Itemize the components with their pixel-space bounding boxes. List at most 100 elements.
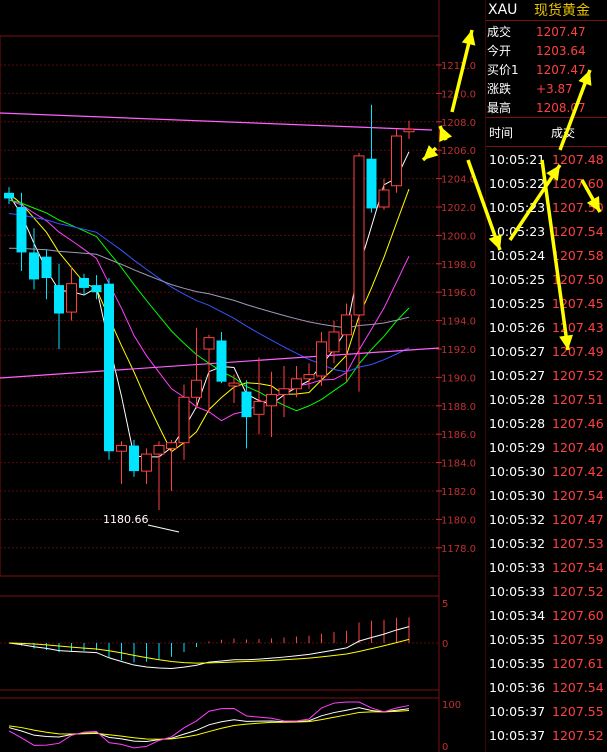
quote-label: 今开 <box>487 44 512 58</box>
axis-tick-label: 1212.0 <box>441 61 476 72</box>
tick-row: 10:05:30 1207.54 <box>486 483 607 507</box>
tick-price: 1207.40 <box>552 439 604 455</box>
quote-value: 1207.47 <box>536 24 586 39</box>
tick-time: 10:05:35 <box>489 655 546 671</box>
tick-price: 1207.49 <box>552 343 604 359</box>
tick-time: 10:05:27 <box>489 343 546 359</box>
tick-time: 10:05:29 <box>489 439 546 455</box>
candle-body-up <box>228 382 240 387</box>
candle-body-up <box>278 388 290 395</box>
candle-body-down <box>79 278 89 288</box>
tick-price: 1207.52 <box>552 367 604 383</box>
tick-price: 1207.47 <box>552 511 604 527</box>
candle-body-down <box>29 252 39 280</box>
quote-value: 1203.64 <box>536 43 586 58</box>
tick-row: 10:05:34 1207.60 <box>486 603 607 627</box>
axis-tick-label: 1206.0 <box>441 146 476 157</box>
tick-row: 10:05:36 1207.54 <box>486 675 607 699</box>
tick-row: 10:05:28 1207.46 <box>486 411 607 435</box>
axis-tick-label: 1202.0 <box>441 203 476 214</box>
tick-price: 1207.43 <box>552 319 604 335</box>
tick-row: 10:05:22 1207.60 <box>486 171 607 195</box>
tick-price: 1207.45 <box>552 295 604 311</box>
tick-price: 1207.60 <box>552 175 604 191</box>
tick-row: 10:05:35 1207.59 <box>486 627 607 651</box>
candle-body-up <box>153 445 165 455</box>
quote-row: 涨跌 +3.87 <box>486 79 607 98</box>
candle-body-down <box>104 283 114 452</box>
candle-body-up <box>316 341 327 377</box>
tick-list[interactable]: 10:05:21 1207.48 10:05:22 1207.60 10:05:23 12… <box>486 147 607 747</box>
candle-body-up <box>391 135 402 187</box>
quote-label: 最高 <box>487 101 512 115</box>
candle-body-up <box>141 453 152 472</box>
tick-row: 10:05:21 1207.48 <box>486 147 607 171</box>
candle-body-up <box>178 396 190 444</box>
macd-axis-zero: 0 <box>442 639 448 650</box>
tick-row: 10:05:26 1207.43 <box>486 315 607 339</box>
tick-time: 10:05:37 <box>489 727 546 743</box>
kdj-axis-bottom: 0 <box>442 742 448 752</box>
tick-price: 1207.61 <box>552 655 604 671</box>
candle-body-down <box>4 192 14 199</box>
tick-row: 10:05:32 1207.47 <box>486 507 607 531</box>
tick-row: 10:05:25 1207.50 <box>486 267 607 291</box>
candle-body-up <box>253 401 265 415</box>
axis-tick-label: 1182.0 <box>441 487 476 498</box>
candle-body-down <box>41 256 52 278</box>
tick-time: 10:05:30 <box>489 463 546 479</box>
ticks-header: 时间 成交 <box>486 117 607 147</box>
axis-tick-label: 1188.0 <box>441 402 476 413</box>
tick-row: 10:05:23 1207.50 <box>486 195 607 219</box>
candle-body-down <box>91 285 102 293</box>
quote-row: 最高 1208.07 <box>486 98 607 117</box>
candle-body-down <box>54 285 64 314</box>
tick-price: 1207.46 <box>552 415 604 431</box>
axis-tick-label: 1198.0 <box>441 260 476 271</box>
tick-row: 10:05:30 1207.42 <box>486 459 607 483</box>
tick-price: 1207.55 <box>552 703 604 719</box>
tick-row: 10:05:24 1207.58 <box>486 243 607 267</box>
axis-tick-label: 1178.0 <box>441 544 476 555</box>
tick-price: 1207.50 <box>552 199 604 215</box>
candle-body-up <box>203 337 215 350</box>
candle-body-down <box>129 445 139 472</box>
axis-tick-label: 1210.0 <box>441 89 476 100</box>
tick-time: 10:05:33 <box>489 583 546 599</box>
symbol-code: XAU <box>488 2 518 18</box>
candle-body-down <box>216 340 227 382</box>
tick-price: 1207.54 <box>552 223 604 239</box>
tick-row: 10:05:35 1207.61 <box>486 651 607 675</box>
quote-label: 涨跌 <box>487 82 512 96</box>
tick-row: 10:05:33 1207.54 <box>486 555 607 579</box>
candle-body-up <box>66 283 77 313</box>
chart-background <box>0 0 486 752</box>
tick-time: 10:05:36 <box>489 679 546 695</box>
candle-body-up <box>303 374 315 380</box>
tick-time: 10:05:28 <box>489 415 546 431</box>
candle-body-up <box>166 442 177 449</box>
axis-tick-label: 1194.0 <box>441 317 476 328</box>
trading-screen: 1212.0 1210.0 1208.0 1206.0 1204.0 1202.0 1200… <box>0 0 607 752</box>
quote-summary: 成交 1207.47 今开 1203.64 买价1 1207.47 涨跌 +3.87 最高 120… <box>486 21 607 117</box>
candle-body-up <box>191 379 202 398</box>
symbol-name: 现货黄金 <box>534 3 590 19</box>
tick-price: 1207.54 <box>552 679 604 695</box>
axis-tick-label: 1192.0 <box>441 345 476 356</box>
tick-row: 10:05:32 1207.53 <box>486 531 607 555</box>
tick-row: 10:05:29 1207.40 <box>486 435 607 459</box>
tick-price: 1207.50 <box>552 271 604 287</box>
candle-body-up <box>378 189 390 208</box>
candlestick-chart[interactable]: 1212.0 1210.0 1208.0 1206.0 1204.0 1202.0 1200… <box>0 0 486 752</box>
quote-value: 1208.07 <box>536 100 586 115</box>
candle-body-up <box>403 128 415 133</box>
tick-price: 1207.48 <box>552 151 604 167</box>
axis-tick-label: 1184.0 <box>441 459 476 470</box>
tick-time: 10:05:27 <box>489 367 546 383</box>
quote-panel: XAU 现货黄金 成交 1207.47 今开 1203.64 买价1 1207.47 涨跌 +… <box>486 0 607 752</box>
tick-time: 10:05:33 <box>489 559 546 575</box>
tick-price: 1207.53 <box>552 535 604 551</box>
tick-row: 10:05:37 1207.55 <box>486 699 607 723</box>
axis-tick-label: 1196.0 <box>441 288 476 299</box>
tick-price: 1207.58 <box>552 247 604 263</box>
